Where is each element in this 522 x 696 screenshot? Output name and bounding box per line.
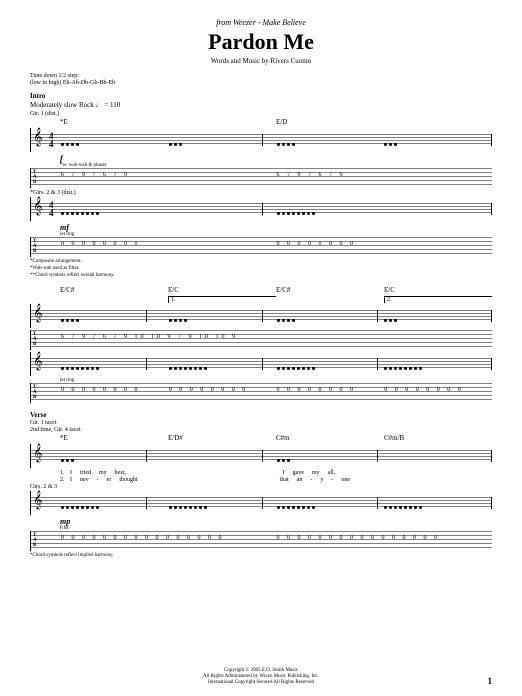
source-line: from Weezer - Make Believe bbox=[30, 18, 492, 27]
footnote-wah: *Wah-wah used as filter. bbox=[30, 266, 492, 271]
tab-gtr23: T A B 0 0 0 0 0 0 0 0 0 0 0 0 0 0 0 0 bbox=[30, 237, 492, 257]
lyrics-line-2: 2. I nev - er thought that an - y - one bbox=[30, 477, 492, 483]
time-signature: 4 4 bbox=[49, 132, 54, 148]
tempo-marking: Moderately slow Rock ♩ = 110 bbox=[30, 101, 492, 109]
page-number: 1 bbox=[488, 676, 493, 686]
section-verse: Verse bbox=[30, 411, 492, 419]
sheet-music-page: from Weezer - Make Believe Pardon Me Wor… bbox=[0, 0, 522, 696]
endings: 1. 2. bbox=[30, 296, 492, 303]
staff-gtr23: 𝄞 4 4 bbox=[30, 197, 492, 221]
section-intro: Intro bbox=[30, 92, 492, 100]
dynamic-mp: mp bbox=[60, 517, 492, 526]
dynamic-mf: mf bbox=[60, 223, 492, 232]
system-verse: *E E/D# C#m C#m/B 𝄞 1. I tried my bbox=[30, 434, 492, 558]
credits: Words and Music by Rivers Cuomo bbox=[30, 57, 492, 65]
footnote-chords: **Chord symbols reflect overall harmony. bbox=[30, 273, 492, 278]
copyright-footer: Copyright © 2005 E.O. Smith Music All Ri… bbox=[30, 668, 492, 686]
header: from Weezer - Make Believe Pardon Me Wor… bbox=[30, 18, 492, 65]
system-2: E/C# E/C E/C# E/C 1. 2. 𝄞 bbox=[30, 286, 492, 403]
vocal-staff: 𝄞 bbox=[30, 444, 492, 468]
dynamic-f: f bbox=[60, 154, 492, 163]
gtr23-label: *Gtrs. 2 & 3 (dist.) bbox=[30, 190, 492, 196]
treble-clef: 𝄞 bbox=[33, 130, 42, 146]
gtr1-label: Gtr. 1 (dist.) bbox=[30, 111, 492, 117]
song-title: Pardon Me bbox=[30, 29, 492, 55]
tab-label: T A B bbox=[33, 170, 37, 185]
tuning-info: Tune down 1/2 step: (low to high) Eb-Ab-… bbox=[30, 73, 492, 86]
footnote-composite: *Composite arrangement. bbox=[30, 259, 492, 264]
chord-row: *E E/D bbox=[30, 118, 492, 126]
tab-gtr1: T A B 6 7 9 7 6 7 9 6 7 9 7 6 7 9 bbox=[30, 168, 492, 188]
lyrics-line-1: 1. I tried my best, I gave my all, bbox=[30, 470, 492, 476]
staff-gtr1: 𝄞 4 4 bbox=[30, 128, 492, 152]
system-1: *E E/D 𝄞 4 4 f *w/ wah-wah & phaser bbox=[30, 118, 492, 278]
